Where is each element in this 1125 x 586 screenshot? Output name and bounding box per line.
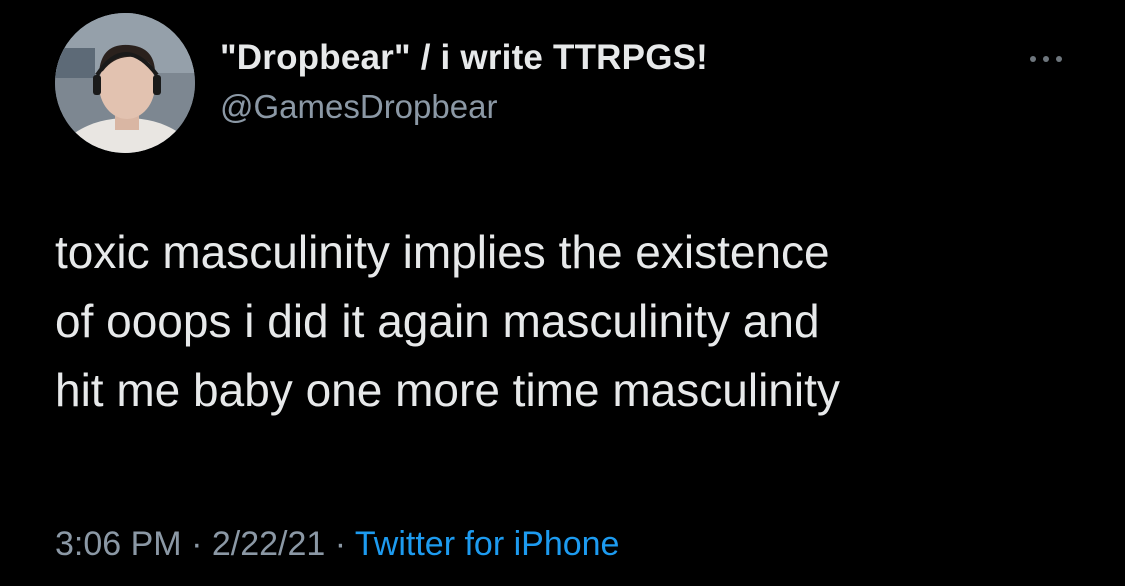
tweet-meta: 3:06 PM · 2/22/21 · Twitter for iPhone	[55, 525, 619, 564]
avatar[interactable]	[55, 13, 195, 153]
meta-separator: ·	[325, 525, 355, 563]
tweet-text: toxic masculinity implies the existence …	[55, 218, 1105, 425]
user-handle[interactable]: @GamesDropbear	[220, 88, 497, 126]
more-horizontal-icon[interactable]	[1026, 48, 1066, 68]
more-dot	[1043, 56, 1049, 62]
more-dot	[1030, 56, 1036, 62]
tweet-text-line: hit me baby one more time masculinity	[55, 364, 840, 416]
more-dot	[1056, 56, 1062, 62]
avatar-photo	[55, 13, 195, 153]
meta-separator: ·	[181, 525, 212, 563]
display-name[interactable]: "Dropbear" / i write TTRPGS!	[220, 38, 708, 78]
tweet-date[interactable]: 2/22/21	[212, 525, 325, 563]
tweet-text-line: toxic masculinity implies the existence	[55, 226, 830, 278]
tweet-text-line: of ooops i did it again masculinity and	[55, 295, 820, 347]
tweet-card: "Dropbear" / i write TTRPGS! @GamesDropb…	[0, 0, 1125, 586]
tweet-time[interactable]: 3:06 PM	[55, 525, 182, 563]
tweet-source-link[interactable]: Twitter for iPhone	[355, 525, 620, 563]
